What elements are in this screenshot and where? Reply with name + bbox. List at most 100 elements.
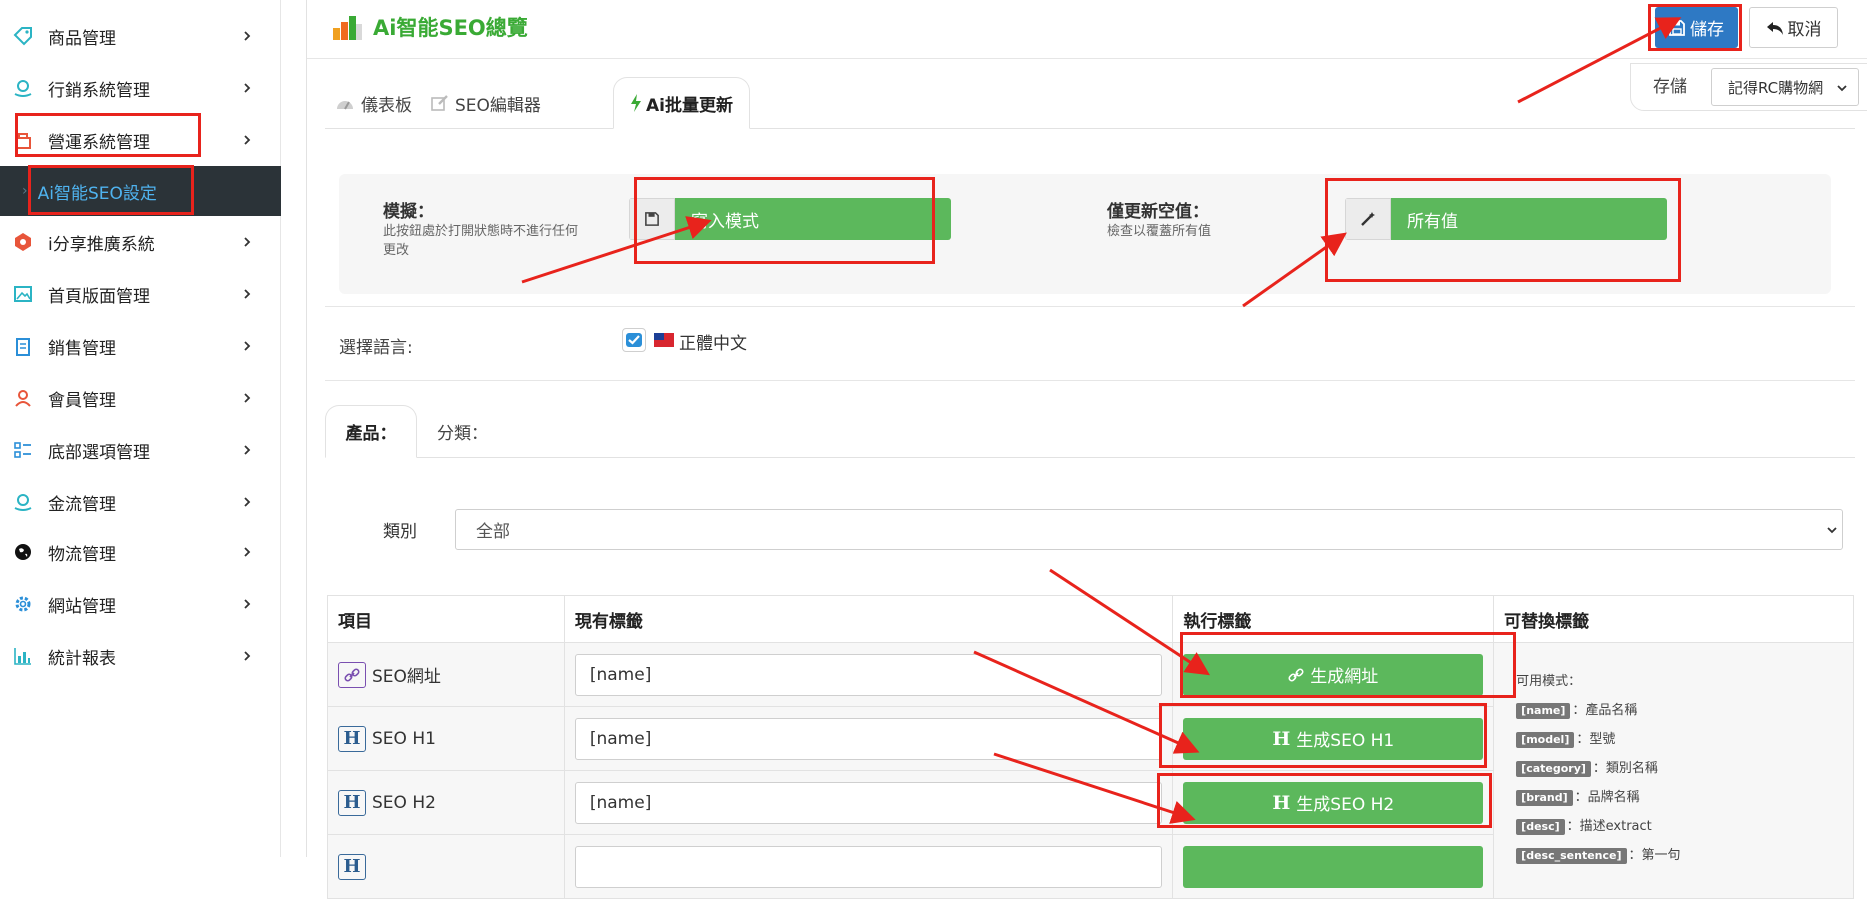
all-values-label: 所有值 <box>1391 198 1667 240</box>
row-item: H SEO H1 <box>338 725 554 752</box>
sidebar-item-label: 營運系統管理 <box>48 132 150 153</box>
tag-description: ：品牌名稱 <box>1574 790 1640 805</box>
row-item: SEO網址 <box>338 661 554 688</box>
tag-badge: [desc_sentence] <box>1516 848 1627 864</box>
chevron-right-icon <box>244 393 251 403</box>
main-tabs: 儀表板 SEO編輯器 Ai批量更新 <box>325 77 1855 129</box>
generate-h2-button[interactable]: H 生成SEO H2 <box>1183 781 1484 824</box>
chevron-right-icon: › <box>22 183 28 199</box>
generate-h2-label: 生成SEO H2 <box>1296 795 1395 815</box>
row-item-label: SEO H1 <box>372 728 436 749</box>
sidebar-item-members[interactable]: 會員管理 <box>0 372 281 424</box>
chevron-right-icon <box>244 341 251 351</box>
sidebar-item-products[interactable]: 商品管理 <box>0 10 281 62</box>
tag-badge: [model] <box>1516 732 1575 748</box>
floppy-disk-icon <box>629 198 675 240</box>
help-tag-row: [name] ：產品名稱 <box>1516 696 1843 725</box>
taiwan-flag-icon <box>654 333 674 347</box>
tab-ai-batch-update[interactable]: Ai批量更新 <box>613 77 750 129</box>
chevron-right-icon <box>244 445 251 455</box>
magic-wand-icon <box>1345 198 1391 240</box>
user-icon <box>12 387 34 409</box>
generate-h1-button[interactable]: H 生成SEO H1 <box>1183 717 1484 760</box>
sidebar-item-homepage[interactable]: 首頁版面管理 <box>0 268 281 320</box>
seo-table: 項目 現有標籤 執行標籤 可替換標籤 SEO網址 [name] 生成網址 可用模… <box>327 595 1854 899</box>
sidebar-item-label: 網站管理 <box>48 596 116 617</box>
row-item: H SEO H2 <box>338 789 554 816</box>
sidebar-item-payment[interactable]: 金流管理 <box>0 476 281 528</box>
sub-tabs: 產品： 分類： <box>325 405 1855 458</box>
tag-badge: [name] <box>1516 703 1571 719</box>
save-button-label: 儲存 <box>1690 20 1724 40</box>
row-item-label: SEO H2 <box>372 792 436 813</box>
simulate-description: 此按鈕處於打開狀態時不進行任何更改 <box>383 224 579 258</box>
generate-url-button[interactable]: 生成網址 <box>1183 653 1484 696</box>
sidebar-item-label: 金流管理 <box>48 494 116 515</box>
subtab-products[interactable]: 產品： <box>325 405 417 458</box>
bar-chart-logo-icon <box>333 16 362 40</box>
row-item: H <box>338 853 554 880</box>
replaceable-tags-help: 可用模式： [name] ：產品名稱 [model] ：型號 [category]：… <box>1493 642 1854 899</box>
sidebar-item-sales[interactable]: 銷售管理 <box>0 320 281 372</box>
seo-h2-input[interactable]: [name] <box>574 781 1163 824</box>
save-button[interactable]: 儲存 <box>1655 7 1738 48</box>
write-mode-toggle[interactable]: 寫入模式 <box>629 198 951 240</box>
update-empty-description: 檢查以覆蓋所有值 <box>1107 224 1212 239</box>
update-empty-title: 僅更新空值： <box>1107 202 1209 222</box>
help-tag-row: [brand] ：品牌名稱 <box>1516 783 1843 812</box>
generate-h3-button[interactable] <box>1183 845 1484 888</box>
link-icon <box>1288 667 1304 682</box>
sidebar-item-logistics[interactable]: 物流管理 <box>0 526 281 578</box>
write-mode-label: 寫入模式 <box>675 198 951 240</box>
tab-label: 儀表板 <box>361 95 412 116</box>
cancel-button-label: 取消 <box>1787 20 1822 40</box>
table-header-row: 項目 現有標籤 執行標籤 可替換標籤 <box>327 595 1854 643</box>
generate-h1-label: 生成SEO H1 <box>1296 731 1395 751</box>
heading-h-icon: H <box>338 789 366 816</box>
help-tag-row: [desc] ：描述extract <box>1516 812 1843 841</box>
heading-h-icon: H <box>1272 791 1291 814</box>
help-tag-row: [desc_sentence] ：第一句 <box>1516 841 1843 870</box>
cancel-button[interactable]: 取消 <box>1749 7 1838 48</box>
seo-h3-input[interactable] <box>574 845 1163 888</box>
sidebar-item-reports[interactable]: 統計報表 <box>0 630 281 682</box>
globe-icon <box>12 541 34 563</box>
page-title: Ai智能SEO總覽 <box>373 16 528 40</box>
subtab-categories[interactable]: 分類： <box>437 405 488 458</box>
language-checkbox[interactable] <box>622 328 646 352</box>
seo-url-input[interactable]: [name] <box>574 653 1163 696</box>
sidebar-subitem-label: Ai智能SEO設定 <box>37 183 157 204</box>
generate-url-label: 生成網址 <box>1310 667 1379 687</box>
tab-dashboard[interactable]: 儀表板 <box>335 77 412 129</box>
category-select[interactable]: 全部 <box>455 509 1843 550</box>
sidebar-item-label: 行銷系統管理 <box>48 80 150 101</box>
tag-description: ：第一句 <box>1628 848 1681 863</box>
chevron-right-icon <box>244 497 251 507</box>
seo-h1-input[interactable]: [name] <box>574 717 1163 760</box>
sidebar-item-share[interactable]: i分享推廣系統 <box>0 216 281 268</box>
sidebar-item-marketing[interactable]: 行銷系統管理 <box>0 62 281 114</box>
tab-seo-editor[interactable]: SEO編輯器 <box>431 77 541 129</box>
chevron-right-icon <box>244 651 251 661</box>
tab-label: SEO編輯器 <box>455 95 541 116</box>
divider <box>325 380 1855 381</box>
sidebar-item-footer[interactable]: 底部選項管理 <box>0 424 281 476</box>
simulate-title: 模擬： <box>383 202 434 222</box>
tag-description: ：產品名稱 <box>1572 703 1638 718</box>
chevron-right-icon <box>244 547 251 557</box>
chevron-right-icon <box>244 599 251 609</box>
sidebar-item-label: 商品管理 <box>48 28 116 49</box>
sidebar-item-website[interactable]: 網站管理 <box>0 578 281 630</box>
sidebar-item-operations[interactable]: 營運系統管理 <box>0 114 281 166</box>
sidebar-item-label: i分享推廣系統 <box>48 234 155 255</box>
tab-label: Ai批量更新 <box>646 95 733 116</box>
category-select-value: 全部 <box>476 522 510 542</box>
chevron-right-icon <box>244 31 251 41</box>
sidebar-item-label: 底部選項管理 <box>48 442 150 463</box>
all-values-toggle[interactable]: 所有值 <box>1345 198 1667 240</box>
link-icon <box>338 661 366 688</box>
options-panel: 模擬： 此按鈕處於打開狀態時不進行任何更改 寫入模式 僅更新空值： 檢查以覆蓋所… <box>339 174 1831 294</box>
edit-icon <box>431 95 448 111</box>
sidebar-subitem-ai-seo[interactable]: › Ai智能SEO設定 <box>0 166 281 216</box>
heading-h-icon: H <box>338 853 366 880</box>
